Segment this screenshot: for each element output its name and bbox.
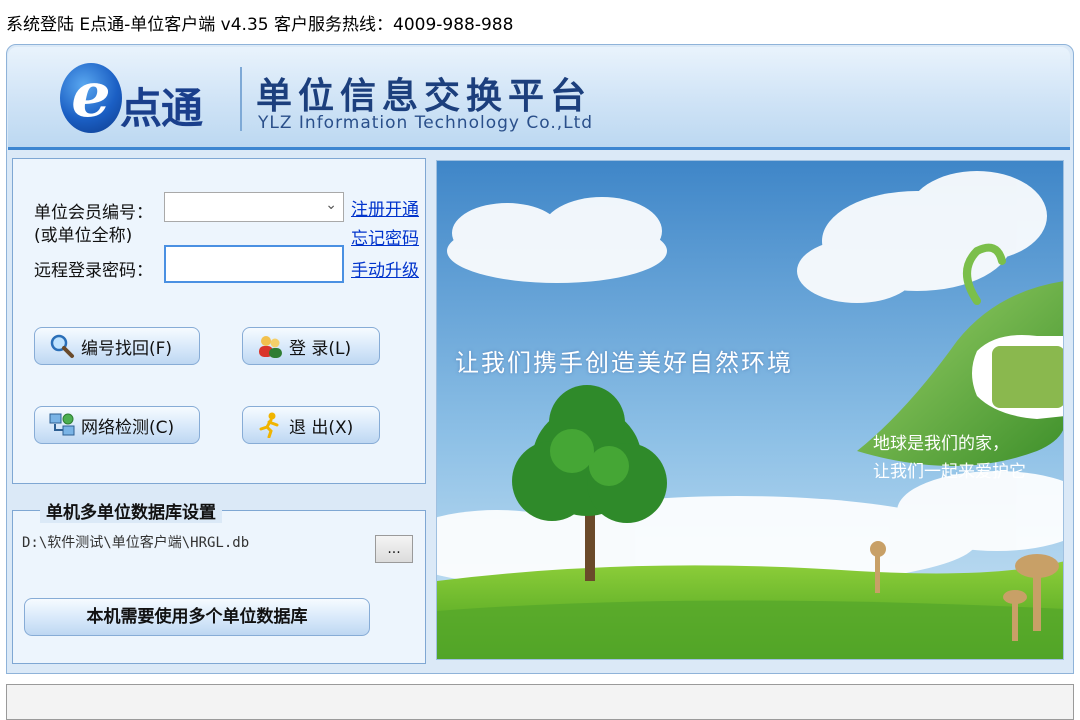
- platform-subtitle: YLZ Information Technology Co.,Ltd: [258, 113, 594, 133]
- logo-e-icon: e: [60, 63, 122, 133]
- chevron-down-icon[interactable]: ⌄: [325, 197, 337, 213]
- network-check-label: 网络检测(C): [81, 417, 175, 438]
- retrieve-id-label: 编号找回(F): [81, 338, 173, 359]
- multi-database-button[interactable]: 本机需要使用多个单位数据库: [24, 598, 370, 636]
- database-settings-legend: 单机多单位数据库设置: [40, 498, 222, 523]
- status-bar: [6, 684, 1074, 720]
- member-id-label: 单位会员编号：: [34, 203, 153, 223]
- header-rule: [8, 147, 1070, 150]
- member-id-select[interactable]: ⌄: [164, 192, 344, 222]
- database-path: D:\软件测试\单位客户端\HRGL.db: [22, 535, 250, 551]
- manual-upgrade-link[interactable]: 手动升级: [351, 256, 419, 281]
- title-bar: 系统登陆 E点通-单位客户端 v4.35 客户服务热线：4009-988-988: [0, 0, 1080, 42]
- logo-text: 点通: [120, 84, 203, 133]
- register-link[interactable]: 注册开通: [351, 195, 419, 220]
- retrieve-id-button[interactable]: 编号找回(F): [34, 327, 200, 365]
- exit-label: 退 出(X): [289, 417, 354, 438]
- browse-button[interactable]: ...: [375, 535, 413, 563]
- platform-title: 单位信息交换平台: [256, 76, 593, 117]
- login-button[interactable]: 登 录(L): [242, 327, 380, 365]
- network-icon: [49, 412, 75, 438]
- leaf-text-line2: 让我们一起来爱护它: [873, 462, 1026, 482]
- magnifier-icon: [49, 333, 75, 359]
- password-label: 远程登录密码：: [34, 261, 153, 281]
- leaf-text-line1: 地球是我们的家，: [873, 434, 1009, 454]
- running-man-icon: [257, 412, 283, 438]
- password-input[interactable]: [164, 245, 344, 283]
- exit-button[interactable]: 退 出(X): [242, 406, 380, 444]
- environment-banner: 让我们携手创造美好自然环境 地球是我们的家， 让我们一起来爱护它: [436, 160, 1064, 660]
- forgot-password-link[interactable]: 忘记密码: [351, 224, 419, 249]
- header-divider: [240, 67, 242, 131]
- network-check-button[interactable]: 网络检测(C): [34, 406, 200, 444]
- member-id-label-sub: (或单位全称): [34, 226, 133, 246]
- banner-illustration: [437, 161, 1063, 659]
- brand-logo: e 点通: [52, 61, 222, 137]
- window-title: 系统登陆 E点通-单位客户端 v4.35 客户服务热线：4009-988-988: [6, 15, 514, 35]
- users-icon: [257, 333, 283, 359]
- login-label: 登 录(L): [289, 338, 352, 359]
- banner-slogan: 让我们携手创造美好自然环境: [455, 349, 793, 377]
- app-header: e 点通 单位信息交换平台 YLZ Information Technology…: [8, 47, 1070, 147]
